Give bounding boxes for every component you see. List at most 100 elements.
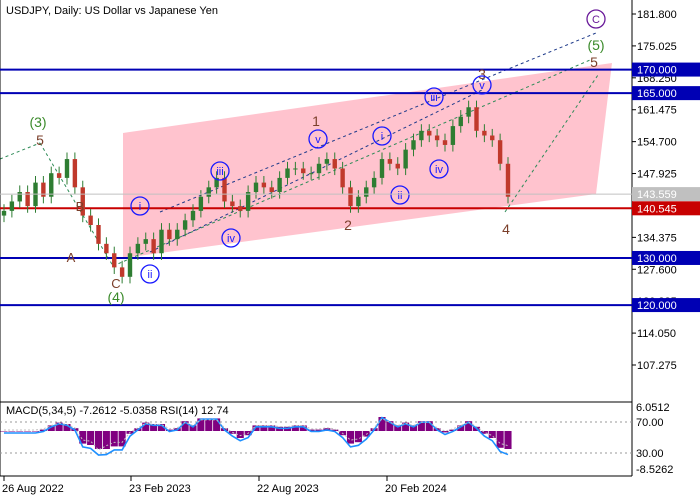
level-label: 165.000 — [637, 88, 677, 100]
svg-text:i: i — [139, 201, 141, 213]
wave-label-brown: A — [67, 250, 76, 265]
candle-body — [434, 135, 440, 141]
wave-label-brown: C — [111, 276, 120, 291]
candle-body — [332, 159, 337, 169]
candle-body — [482, 130, 487, 136]
wave-label-brown: B — [76, 199, 85, 214]
macd-axis-30: 30.00 — [636, 448, 664, 460]
x-tick-label: 22 Aug 2023 — [257, 483, 319, 495]
candle-body — [245, 192, 251, 211]
candle-body — [458, 116, 463, 127]
svg-text:iv: iv — [435, 164, 443, 176]
macd-bar — [496, 431, 504, 448]
candle-body — [56, 173, 62, 178]
y-tick-label: 154.700 — [637, 137, 677, 149]
candle-body — [41, 182, 46, 197]
macd-bar — [354, 431, 362, 443]
svg-text:C: C — [592, 14, 600, 26]
candle-body — [497, 140, 503, 164]
wave-label-green: (4) — [107, 289, 124, 305]
candle-body — [135, 243, 141, 254]
candle-body — [64, 159, 70, 178]
macd-bar — [102, 431, 110, 449]
candle-body — [159, 229, 164, 254]
svg-text:iii: iii — [430, 92, 437, 104]
y-tick-label: 114.050 — [637, 328, 676, 340]
wave-label-green: (3) — [29, 114, 46, 130]
svg-text:iii: iii — [216, 166, 223, 178]
y-tick-label: 134.375 — [637, 232, 677, 244]
candle-body — [104, 243, 109, 254]
svg-text:i: i — [381, 131, 383, 143]
candle-body — [222, 177, 227, 202]
x-tick-label: 20 Feb 2024 — [385, 483, 447, 495]
wave-label-brown: 5 — [36, 132, 44, 148]
macd-bar — [110, 431, 118, 447]
candle-body — [127, 253, 133, 277]
candle-body — [230, 201, 235, 207]
candle-body — [387, 159, 393, 164]
candle-body — [198, 196, 204, 211]
candle-body — [72, 159, 78, 188]
candle-body — [253, 182, 259, 193]
candle-body — [112, 253, 117, 268]
wave-label-brown: 1 — [312, 113, 320, 129]
candle-body — [238, 206, 243, 211]
x-tick-label: 26 Aug 2022 — [2, 483, 64, 495]
candle-body — [269, 187, 274, 193]
macd-bar — [87, 431, 95, 445]
candle-body — [308, 173, 314, 175]
macd-axis-max: 6.0512 — [636, 402, 670, 414]
candle-body — [395, 163, 400, 169]
macd-bar — [24, 431, 32, 432]
candle-body — [490, 135, 495, 141]
y-tick-label: 107.275 — [637, 360, 677, 372]
candle-body — [442, 140, 448, 145]
level-label: 120.000 — [637, 300, 677, 312]
candle-body — [88, 215, 93, 226]
level-label: 140.545 — [637, 203, 677, 215]
candle-body — [277, 177, 282, 193]
candle-body — [190, 210, 196, 221]
svg-text:iv: iv — [227, 233, 235, 245]
macd-axis-70: 70.00 — [636, 417, 664, 429]
candle-body — [9, 201, 15, 211]
candle-body — [364, 187, 369, 197]
y-tick-label: 181.800 — [637, 9, 677, 21]
candle-body — [371, 177, 377, 188]
level-label: 130.000 — [637, 253, 677, 265]
level-label: 170.000 — [637, 65, 677, 77]
candle-body — [301, 168, 306, 174]
candle-body — [151, 239, 156, 254]
candle-body — [450, 126, 456, 145]
candle-body — [175, 229, 180, 240]
candle-body — [403, 149, 408, 169]
candle-body — [96, 225, 101, 244]
macd-bar — [8, 431, 16, 432]
macd-bar — [94, 431, 103, 449]
y-tick-label: 175.025 — [637, 41, 677, 53]
candle-body — [379, 159, 385, 178]
candle-body — [356, 196, 361, 207]
wave-label-brown: 4 — [502, 221, 510, 237]
candle-body — [206, 187, 211, 197]
candle-body — [49, 173, 54, 197]
time-axis: 26 Aug 2022 23 Feb 2023 22 Aug 2023 20 Feb … — [2, 476, 447, 495]
candle-body — [505, 163, 511, 197]
macd-axis-min: -8.5262 — [636, 464, 673, 476]
wave-label-brown: 5 — [590, 54, 598, 70]
macd-bar — [504, 431, 512, 449]
candle-body — [324, 159, 330, 164]
chart-canvas: (3)(4)(5)5ABC12345iiiiiiivv iiiiiiivvC 18… — [0, 0, 700, 495]
candle-body — [474, 107, 479, 131]
x-tick-label: 23 Feb 2023 — [129, 483, 191, 495]
candle-body — [293, 168, 298, 170]
candle-body — [285, 168, 290, 178]
candle-body — [167, 229, 172, 240]
candle-body — [316, 163, 322, 174]
candle-body — [348, 187, 353, 207]
wave-label-brown: 2 — [344, 217, 352, 233]
svg-text:ii: ii — [148, 269, 153, 281]
macd-title: MACD(5,34,5) -7.2612 -5.0358 RSI(14) 12.… — [6, 405, 229, 417]
candle-body — [466, 107, 471, 117]
